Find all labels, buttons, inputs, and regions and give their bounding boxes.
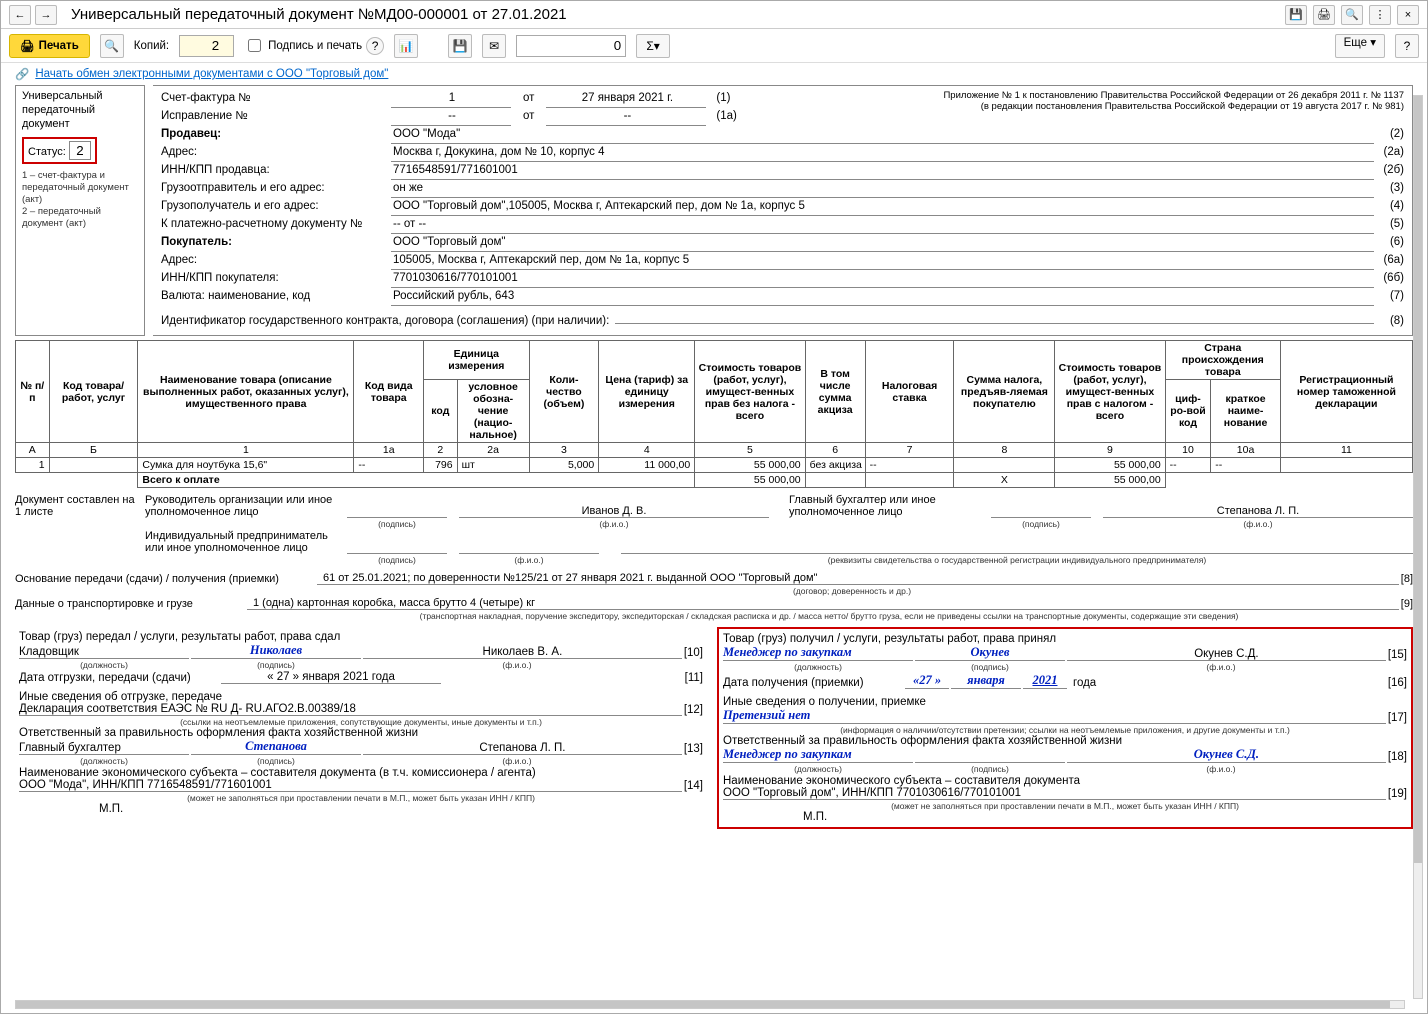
doctype-box: Универсальный передаточный документ Стат… <box>15 85 145 336</box>
sign-print-label: Подпись и печать <box>268 40 362 52</box>
status-box: Статус: <box>22 137 97 164</box>
copies-input[interactable] <box>179 35 234 57</box>
copies-label: Копий: <box>134 40 169 52</box>
sign-print-checkbox[interactable] <box>248 39 261 52</box>
help-small-icon[interactable]: ? <box>366 37 384 55</box>
printer-icon: 🖨 <box>20 39 35 53</box>
save-disk-button[interactable]: 💾 <box>448 34 472 58</box>
table-row: 1Сумка для ноутбука 15,6"--796шт5,00011 … <box>16 458 1413 473</box>
window-title: Универсальный передаточный документ №МД0… <box>71 6 1279 23</box>
close-icon[interactable]: × <box>1397 5 1419 25</box>
save-icon[interactable]: 💾 <box>1285 5 1307 25</box>
handover-right: Товар (груз) получил / услуги, результат… <box>717 627 1413 829</box>
handover-left: Товар (груз) передал / услуги, результат… <box>15 627 707 829</box>
table-format-button[interactable]: 📊 <box>394 34 418 58</box>
help-button[interactable]: ? <box>1395 34 1419 58</box>
edi-link[interactable]: Начать обмен электронными документами с … <box>35 68 388 80</box>
menu-icon[interactable]: ⋮ <box>1369 5 1391 25</box>
print-button[interactable]: 🖨 Печать <box>9 34 90 58</box>
status-note: 1 – счет-фактура и передаточный документ… <box>22 170 138 229</box>
sheets-note: Документ составлен на 1 листе <box>15 494 135 566</box>
number-input[interactable] <box>516 35 626 57</box>
vertical-scrollbar[interactable] <box>1413 95 1423 999</box>
appendix-note: Приложение № 1 к постановлению Правитель… <box>934 90 1404 112</box>
nav-forward-button[interactable]: → <box>35 5 57 25</box>
nav-back-button[interactable]: ← <box>9 5 31 25</box>
items-table: № п/п Код товара/ работ, услуг Наименова… <box>15 340 1413 488</box>
mail-button[interactable]: ✉ <box>482 34 506 58</box>
preview-icon[interactable]: 🔍 <box>1341 5 1363 25</box>
horizontal-scrollbar[interactable] <box>15 1000 1405 1009</box>
status-input[interactable] <box>69 141 91 160</box>
sum-button[interactable]: Σ ▾ <box>636 34 670 58</box>
preview-button[interactable]: 🔍 <box>100 34 124 58</box>
more-button[interactable]: Еще ▾ <box>1335 34 1385 58</box>
print-icon[interactable]: 🖨 <box>1313 5 1335 25</box>
link-icon: 🔗 <box>15 67 29 81</box>
print-label: Печать <box>39 40 79 52</box>
